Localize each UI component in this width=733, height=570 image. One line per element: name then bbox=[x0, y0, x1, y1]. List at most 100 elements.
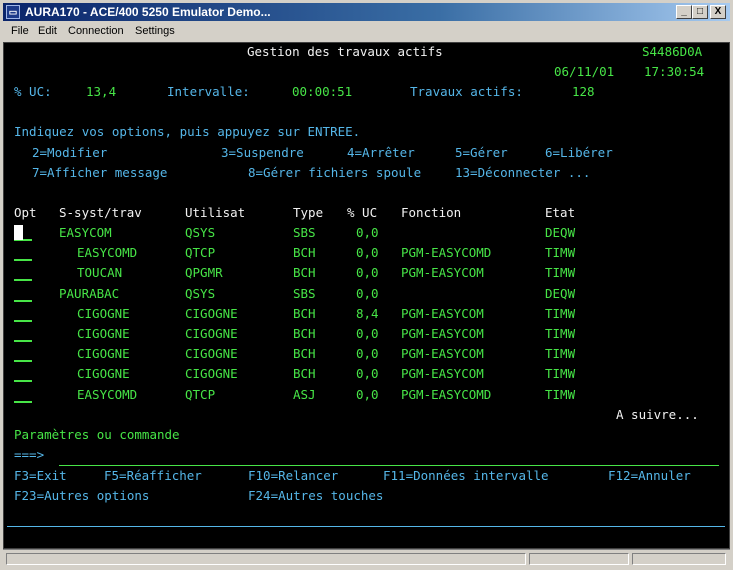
row-function: PGM-EASYCOM bbox=[401, 265, 484, 281]
row-user: QSYS bbox=[185, 225, 216, 240]
col-subsystem: S-syst/trav bbox=[59, 205, 142, 220]
screen-date: 06/11/01 bbox=[554, 64, 615, 79]
row-type: SBS bbox=[293, 285, 316, 301]
row-subsystem: EASYCOMD bbox=[77, 386, 138, 402]
terminal-screen[interactable]: Gestion des travaux actifs S4486D0A 06/1… bbox=[3, 42, 730, 549]
row-subsystem: PAURABAC bbox=[59, 285, 120, 301]
menu-connection[interactable]: Connection bbox=[68, 25, 124, 37]
row-option-input[interactable] bbox=[14, 400, 32, 403]
row-option-input[interactable] bbox=[14, 279, 32, 282]
row-cpu: 0,0 bbox=[356, 285, 379, 301]
option-release: 6=Libérer bbox=[545, 145, 613, 160]
row-function: PGM-EASYCOMD bbox=[401, 245, 492, 261]
fkey-restart[interactable]: F10=Relancer bbox=[248, 469, 338, 483]
row-user: QTCP bbox=[185, 245, 216, 261]
more-indicator: A suivre... bbox=[616, 407, 699, 422]
row-cpu: 0,0 bbox=[356, 265, 379, 281]
fkey-more-options[interactable]: F23=Autres options bbox=[14, 489, 149, 503]
maximize-button[interactable]: □ bbox=[692, 5, 708, 19]
row-function: PGM-EASYCOM bbox=[401, 305, 484, 321]
row-type: SBS bbox=[293, 225, 316, 240]
col-opt: Opt bbox=[14, 205, 37, 220]
uc-value: 13,4 bbox=[86, 84, 117, 99]
col-user: Utilisat bbox=[185, 205, 246, 220]
row-cpu: 0,0 bbox=[356, 326, 379, 341]
title-bar[interactable]: ▭ AURA170 - ACE/400 5250 Emulator Demo..… bbox=[3, 3, 730, 21]
row-type: BCH bbox=[293, 346, 316, 362]
fkey-exit[interactable]: F3=Exit bbox=[14, 469, 67, 483]
row-cpu: 0,0 bbox=[356, 245, 379, 261]
row-status: TIMW bbox=[545, 346, 576, 362]
option-spool-files: 8=Gérer fichiers spoule bbox=[248, 165, 422, 180]
option-disconnect: 13=Déconnecter ... bbox=[455, 165, 591, 180]
status-segment-mid bbox=[529, 553, 629, 565]
fkey-refresh[interactable]: F5=Réafficher bbox=[104, 469, 202, 483]
system-name: S4486D0A bbox=[642, 44, 703, 59]
row-cpu: 8,4 bbox=[356, 305, 379, 321]
status-segment-main bbox=[6, 553, 526, 565]
row-type: BCH bbox=[293, 305, 316, 321]
menu-settings[interactable]: Settings bbox=[135, 25, 175, 37]
emulator-window: ▭ AURA170 - ACE/400 5250 Emulator Demo..… bbox=[0, 0, 733, 570]
row-cpu: 0,0 bbox=[356, 225, 379, 240]
text-cursor bbox=[14, 225, 23, 240]
col-function: Fonction bbox=[401, 205, 462, 220]
menu-bar: File Edit Connection Settings bbox=[3, 22, 730, 42]
minimize-button[interactable]: _ bbox=[676, 5, 692, 19]
row-option-input[interactable] bbox=[14, 380, 32, 383]
terminal-icon: ▭ bbox=[6, 5, 20, 19]
row-cpu: 0,0 bbox=[356, 346, 379, 362]
row-subsystem: EASYCOM bbox=[59, 225, 112, 240]
jobs-label: Travaux actifs: bbox=[410, 84, 523, 99]
row-status: TIMW bbox=[545, 326, 576, 341]
row-option-input[interactable] bbox=[14, 360, 32, 363]
row-type: BCH bbox=[293, 245, 316, 261]
menu-file[interactable]: File bbox=[11, 25, 29, 37]
close-button[interactable]: X bbox=[710, 5, 726, 19]
fkey-more-keys[interactable]: F24=Autres touches bbox=[248, 489, 383, 503]
row-option-input[interactable] bbox=[14, 259, 32, 262]
window-title: AURA170 - ACE/400 5250 Emulator Demo... bbox=[25, 5, 271, 19]
row-status: TIMW bbox=[545, 366, 576, 382]
command-input[interactable] bbox=[59, 465, 719, 466]
row-status: DEQW bbox=[545, 285, 576, 301]
row-function: PGM-EASYCOM bbox=[401, 366, 484, 382]
row-type: BCH bbox=[293, 326, 316, 341]
row-status: TIMW bbox=[545, 265, 576, 281]
row-status: DEQW bbox=[545, 225, 576, 240]
row-subsystem: TOUCAN bbox=[77, 265, 123, 281]
screen-time: 17:30:54 bbox=[644, 64, 705, 79]
row-user: CIGOGNE bbox=[185, 305, 238, 321]
jobs-value: 128 bbox=[572, 84, 595, 99]
row-option-input[interactable] bbox=[14, 340, 32, 342]
fkey-cancel[interactable]: F12=Annuler bbox=[608, 469, 691, 483]
row-subsystem: CIGOGNE bbox=[77, 326, 130, 341]
row-user: CIGOGNE bbox=[185, 326, 238, 341]
row-user: QTCP bbox=[185, 386, 216, 402]
row-function: PGM-EASYCOM bbox=[401, 346, 484, 362]
row-type: BCH bbox=[293, 265, 316, 281]
row-cpu: 0,0 bbox=[356, 366, 379, 382]
row-user: CIGOGNE bbox=[185, 366, 238, 382]
fkey-interval-data[interactable]: F11=Données intervalle bbox=[383, 469, 549, 483]
row-function: PGM-EASYCOM bbox=[401, 326, 484, 341]
row-user: QSYS bbox=[185, 285, 216, 301]
instructions-text: Indiquez vos options, puis appuyez sur E… bbox=[14, 124, 361, 139]
row-option-input[interactable] bbox=[14, 319, 32, 322]
row-cpu: 0,0 bbox=[356, 386, 379, 402]
row-type: BCH bbox=[293, 366, 316, 382]
col-status: Etat bbox=[545, 205, 576, 220]
row-subsystem: CIGOGNE bbox=[77, 305, 130, 321]
row-subsystem: EASYCOMD bbox=[77, 245, 138, 261]
interval-label: Intervalle: bbox=[167, 84, 250, 99]
status-divider bbox=[7, 526, 725, 527]
status-segment-right bbox=[632, 553, 726, 565]
row-option-input[interactable] bbox=[14, 299, 32, 302]
row-user: QPGMR bbox=[185, 265, 223, 281]
option-stop: 4=Arrêter bbox=[347, 145, 415, 160]
row-status: TIMW bbox=[545, 245, 576, 261]
uc-label: % UC: bbox=[14, 84, 52, 99]
option-show-message: 7=Afficher message bbox=[32, 165, 168, 180]
menu-edit[interactable]: Edit bbox=[38, 25, 57, 37]
row-subsystem: CIGOGNE bbox=[77, 346, 130, 362]
